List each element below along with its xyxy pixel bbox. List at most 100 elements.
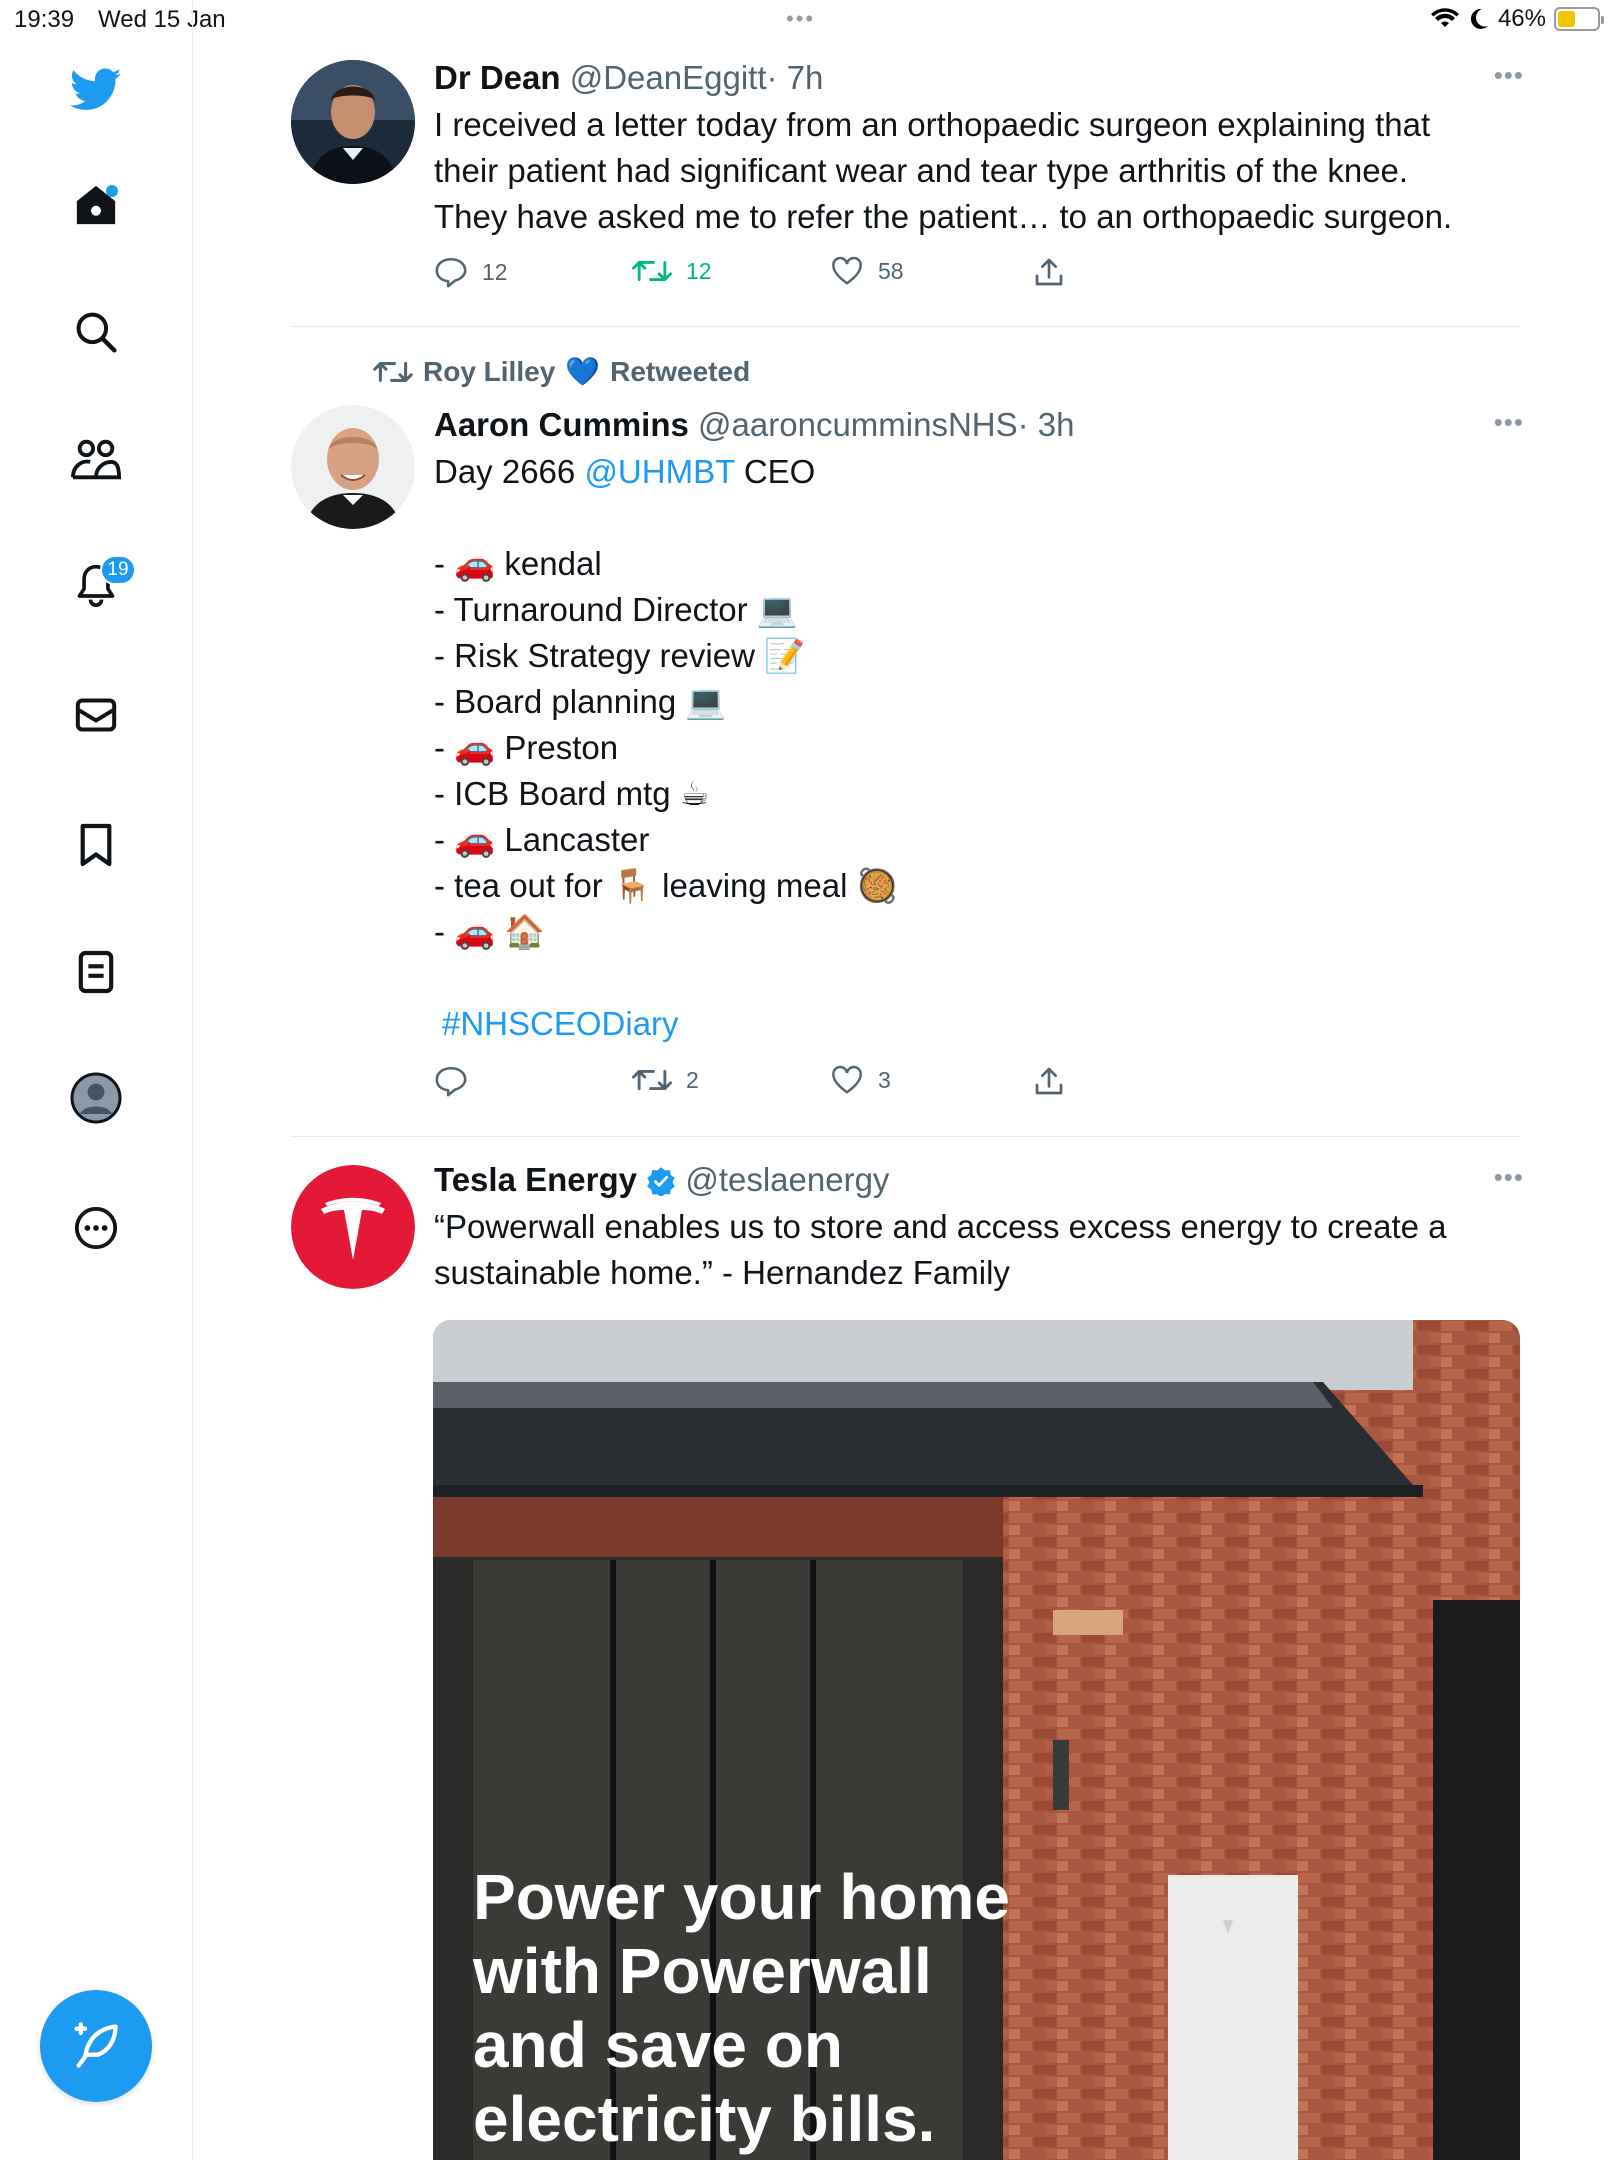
tweet-text-line: - Turnaround Director 💻 bbox=[434, 591, 798, 628]
sidebar: 19 bbox=[0, 0, 193, 2160]
twitter-logo-icon[interactable] bbox=[56, 50, 136, 130]
nav-explore[interactable] bbox=[56, 292, 136, 372]
author-handle[interactable]: @DeanEggitt bbox=[570, 59, 767, 96]
nav-profile[interactable] bbox=[56, 1058, 136, 1138]
author-name[interactable]: Tesla Energy bbox=[434, 1161, 637, 1198]
more-options-icon[interactable]: ••• bbox=[1494, 60, 1524, 91]
tweet-actions: 2 3 bbox=[434, 1065, 1134, 1105]
like-count: 3 bbox=[878, 1066, 891, 1093]
retweet-icon bbox=[632, 261, 672, 281]
retweet-icon bbox=[632, 1070, 672, 1090]
tweet-text-line: sustainable home.” - Hernandez Family bbox=[434, 1254, 1010, 1291]
reply-icon bbox=[435, 1066, 467, 1097]
tweet-text-line: - Risk Strategy review 📝 bbox=[434, 637, 806, 674]
share-icon bbox=[1035, 258, 1063, 286]
nav-messages[interactable] bbox=[56, 675, 136, 755]
tweet-actions: 12 12 58 bbox=[434, 256, 1134, 296]
tweet-text-line: - 🚗 Preston bbox=[434, 729, 619, 766]
tweet-text-line: #NHSCEODiary bbox=[434, 1001, 1524, 1047]
tweet-header: Aaron Cummins @aaroncumminsNHS· 3h bbox=[434, 405, 1524, 445]
retweet-count: 12 bbox=[686, 257, 712, 284]
like-count: 58 bbox=[878, 257, 904, 284]
feather-plus-icon bbox=[74, 2022, 118, 2068]
notifications-badge: 19 bbox=[100, 555, 136, 585]
tweet-text-line: “Powerwall enables us to store and acces… bbox=[434, 1208, 1447, 1245]
text-span: Day 2666 bbox=[434, 453, 576, 490]
retweet-button[interactable]: 12 bbox=[632, 256, 712, 286]
tweet-text-line: I received a letter today from an orthop… bbox=[434, 106, 1431, 143]
more-options-icon[interactable]: ••• bbox=[1494, 407, 1524, 438]
search-icon bbox=[76, 312, 117, 353]
nav-bookmarks[interactable] bbox=[56, 805, 136, 885]
tweet-time[interactable]: · 7h bbox=[767, 59, 824, 96]
media-text-line: and save on bbox=[473, 2009, 843, 2081]
reply-count: 12 bbox=[482, 258, 508, 285]
tweet-text-line: - 🚗 kendal bbox=[434, 545, 602, 582]
author-handle[interactable]: @aaroncumminsNHS bbox=[698, 406, 1018, 443]
tweet[interactable]: Dr Dean @DeanEggitt· 7h ••• I received a… bbox=[291, 58, 1524, 298]
tweet-media-image[interactable]: Power your home with Powerwall and save … bbox=[433, 1320, 1520, 2160]
retweet-button[interactable]: 2 bbox=[632, 1065, 699, 1095]
reply-icon bbox=[435, 257, 467, 288]
new-content-dot bbox=[106, 185, 118, 197]
mention-link[interactable]: @UHMBT bbox=[584, 453, 734, 490]
tweet-text-line: - 🚗 Lancaster bbox=[434, 821, 650, 858]
blue-heart-emoji: 💙 bbox=[565, 356, 601, 387]
tweet-divider bbox=[291, 326, 1521, 327]
communities-icon bbox=[71, 439, 121, 480]
hashtag-link[interactable]: #NHSCEODiary bbox=[442, 1005, 679, 1042]
like-button[interactable]: 3 bbox=[830, 1065, 891, 1095]
tweet-time[interactable]: · 3h bbox=[1018, 406, 1075, 443]
tweet-text: I received a letter today from an orthop… bbox=[434, 102, 1524, 240]
tweet-header: Tesla Energy @teslaenergy bbox=[434, 1160, 1524, 1200]
author-handle[interactable]: @teslaenergy bbox=[685, 1161, 889, 1198]
more-circle-icon bbox=[74, 1206, 118, 1250]
retweeter-name[interactable]: Roy Lilley bbox=[423, 356, 555, 388]
nav-lists[interactable] bbox=[56, 932, 136, 1012]
avatar[interactable] bbox=[291, 1165, 415, 1289]
text-span: CEO bbox=[743, 453, 816, 490]
share-icon bbox=[1035, 1067, 1063, 1095]
retweeted-by[interactable]: Roy Lilley 💙 Retweeted bbox=[373, 355, 750, 388]
avatar[interactable] bbox=[291, 405, 415, 529]
author-name[interactable]: Dr Dean bbox=[434, 59, 561, 96]
retweeted-label: Retweeted bbox=[610, 355, 751, 387]
profile-avatar-icon bbox=[70, 1072, 122, 1124]
bookmark-icon bbox=[80, 823, 112, 867]
media-text-line: Power your home bbox=[473, 1861, 1010, 1933]
nav-communities[interactable] bbox=[56, 420, 136, 500]
reply-button[interactable]: 12 bbox=[434, 256, 508, 288]
media-headline: Power your home with Powerwall and save … bbox=[473, 1860, 1033, 2156]
tweet-divider bbox=[291, 1136, 1521, 1137]
verified-badge-icon bbox=[647, 1167, 675, 1198]
tweet-text: Day 2666 @UHMBT CEO - 🚗 kendal - Turnaro… bbox=[434, 449, 1524, 1047]
tweet-header: Dr Dean @DeanEggitt· 7h bbox=[434, 58, 1524, 98]
timeline: Dr Dean @DeanEggitt· 7h ••• I received a… bbox=[193, 0, 1620, 2160]
nav-more[interactable] bbox=[56, 1188, 136, 1268]
tweet-text-line: Day 2666 @UHMBT CEO bbox=[434, 449, 1524, 495]
tweet-text-line: - ICB Board mtg ☕ bbox=[434, 775, 710, 812]
avatar[interactable] bbox=[291, 60, 415, 184]
like-button[interactable]: 58 bbox=[830, 256, 904, 286]
more-options-icon[interactable]: ••• bbox=[1494, 1162, 1524, 1193]
tweet-text: “Powerwall enables us to store and acces… bbox=[434, 1204, 1524, 1296]
compose-tweet-button[interactable] bbox=[40, 1990, 152, 2102]
tweet-text-line: their patient had significant wear and t… bbox=[434, 152, 1409, 189]
retweet-count: 2 bbox=[686, 1066, 699, 1093]
share-button[interactable] bbox=[1034, 1065, 1064, 1097]
author-name[interactable]: Aaron Cummins bbox=[434, 406, 689, 443]
tweet[interactable]: Aaron Cummins @aaroncumminsNHS· 3h ••• D… bbox=[291, 405, 1524, 1105]
nav-home[interactable] bbox=[56, 165, 136, 245]
reply-button[interactable] bbox=[434, 1065, 482, 1097]
media-text-line: electricity bills. bbox=[473, 2083, 936, 2155]
tweet-text-line: - Board planning 💻 bbox=[434, 683, 727, 720]
share-button[interactable] bbox=[1034, 256, 1064, 288]
tweet-text-line: They have asked me to refer the patient…… bbox=[434, 198, 1453, 235]
heart-icon bbox=[832, 1065, 862, 1094]
tweet-text-line: - tea out for 🪑 leaving meal 🥘 bbox=[434, 867, 898, 904]
retweet-icon bbox=[373, 361, 413, 382]
heart-icon bbox=[832, 256, 862, 285]
nav-notifications[interactable]: 19 bbox=[56, 545, 136, 625]
